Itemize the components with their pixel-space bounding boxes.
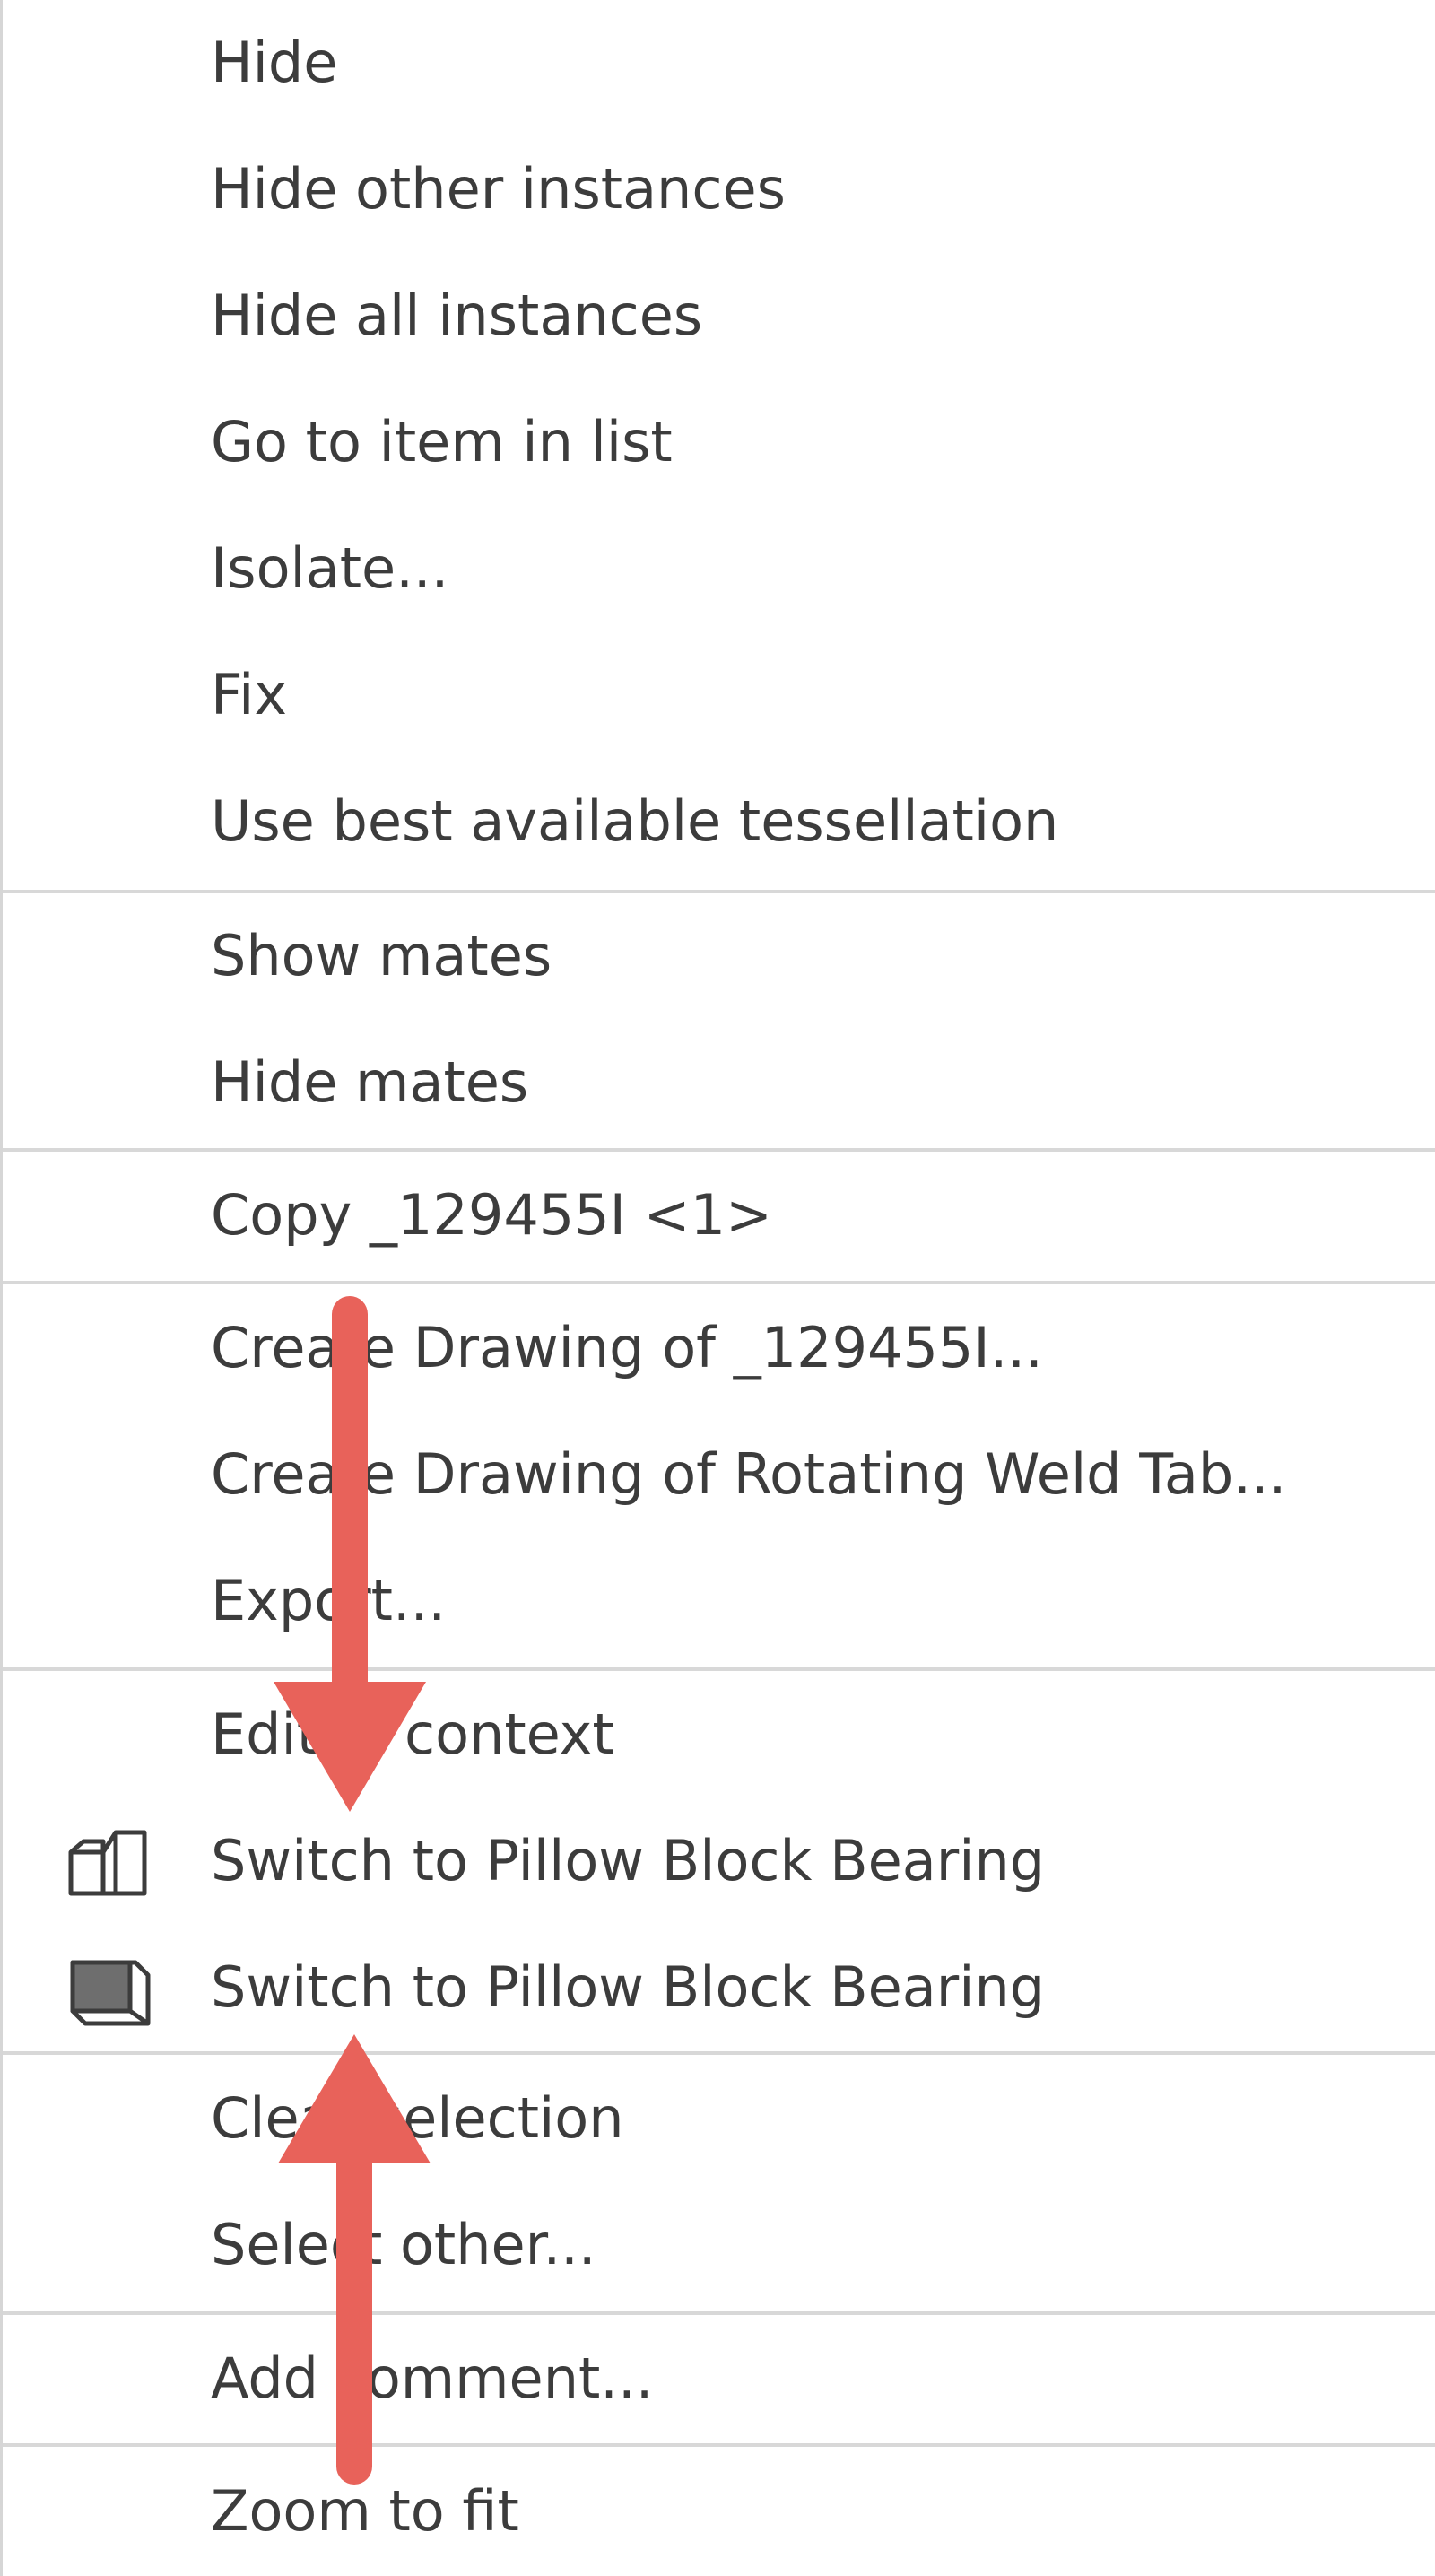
context-menu: Hide Hide other instances Hide all insta… bbox=[0, 0, 1435, 2576]
menu-item-label: Use best available tessellation bbox=[211, 788, 1059, 854]
menu-item-label: Hide bbox=[211, 30, 338, 95]
menu-item-label: Isolate... bbox=[211, 535, 449, 601]
menu-item-fix[interactable]: Fix bbox=[3, 632, 1435, 758]
menu-item-copy[interactable]: Copy _129455I <1> bbox=[3, 1153, 1435, 1278]
menu-item-create-drawing-assembly[interactable]: Create Drawing of Rotating Weld Tab... bbox=[3, 1412, 1435, 1537]
menu-item-label: Clear selection bbox=[211, 2085, 624, 2151]
menu-item-hide-all-instances[interactable]: Hide all instances bbox=[3, 253, 1435, 379]
menu-item-label: Hide mates bbox=[211, 1049, 529, 1115]
menu-item-create-drawing-part[interactable]: Create Drawing of _129455I... bbox=[3, 1285, 1435, 1411]
menu-item-hide-mates[interactable]: Hide mates bbox=[3, 1020, 1435, 1145]
menu-item-label: Add comment... bbox=[211, 2345, 654, 2411]
menu-item-add-comment[interactable]: Add comment... bbox=[3, 2316, 1435, 2441]
menu-item-label: Export... bbox=[211, 1568, 447, 1633]
menu-item-zoom-to-fit[interactable]: Zoom to fit bbox=[3, 2449, 1435, 2574]
menu-item-switch-to-pillow-block-bearing-1[interactable]: Switch to Pillow Block Bearing bbox=[3, 1798, 1435, 1924]
menu-item-label: Edit in context bbox=[211, 1701, 614, 1767]
menu-separator bbox=[3, 1667, 1435, 1671]
menu-item-label: Go to item in list bbox=[211, 409, 673, 474]
menu-item-go-to-item-in-list[interactable]: Go to item in list bbox=[3, 379, 1435, 505]
part-solid-icon bbox=[65, 1952, 155, 2029]
menu-item-hide[interactable]: Hide bbox=[3, 0, 1435, 126]
menu-separator bbox=[3, 2311, 1435, 2315]
menu-item-label: Hide all instances bbox=[211, 283, 703, 348]
menu-item-isolate[interactable]: Isolate... bbox=[3, 506, 1435, 631]
menu-item-label: Switch to Pillow Block Bearing bbox=[211, 1828, 1046, 1893]
menu-item-edit-in-context[interactable]: Edit in context bbox=[3, 1672, 1435, 1797]
menu-separator bbox=[3, 2051, 1435, 2055]
menu-separator bbox=[3, 1148, 1435, 1152]
menu-item-show-mates[interactable]: Show mates bbox=[3, 893, 1435, 1019]
menu-item-label: Copy _129455I <1> bbox=[211, 1182, 772, 1248]
menu-item-label: Show mates bbox=[211, 923, 552, 988]
menu-item-clear-selection[interactable]: Clear selection bbox=[3, 2056, 1435, 2181]
menu-item-label: Zoom to fit bbox=[211, 2478, 519, 2544]
menu-item-label: Create Drawing of _129455I... bbox=[211, 1315, 1043, 1380]
menu-item-switch-to-pillow-block-bearing-2[interactable]: Switch to Pillow Block Bearing bbox=[3, 1925, 1435, 2050]
part-outline-icon bbox=[65, 1825, 155, 1902]
menu-item-label: Hide other instances bbox=[211, 156, 786, 222]
menu-item-label: Switch to Pillow Block Bearing bbox=[211, 1954, 1046, 2020]
menu-item-label: Create Drawing of Rotating Weld Tab... bbox=[211, 1441, 1287, 1507]
menu-separator bbox=[3, 2443, 1435, 2447]
menu-item-label: Fix bbox=[211, 662, 288, 727]
menu-item-export[interactable]: Export... bbox=[3, 1538, 1435, 1664]
menu-item-hide-other-instances[interactable]: Hide other instances bbox=[3, 126, 1435, 252]
menu-item-select-other[interactable]: Select other... bbox=[3, 2182, 1435, 2308]
menu-separator bbox=[3, 1281, 1435, 1284]
menu-item-use-best-tessellation[interactable]: Use best available tessellation bbox=[3, 759, 1435, 884]
menu-item-label: Select other... bbox=[211, 2212, 596, 2277]
